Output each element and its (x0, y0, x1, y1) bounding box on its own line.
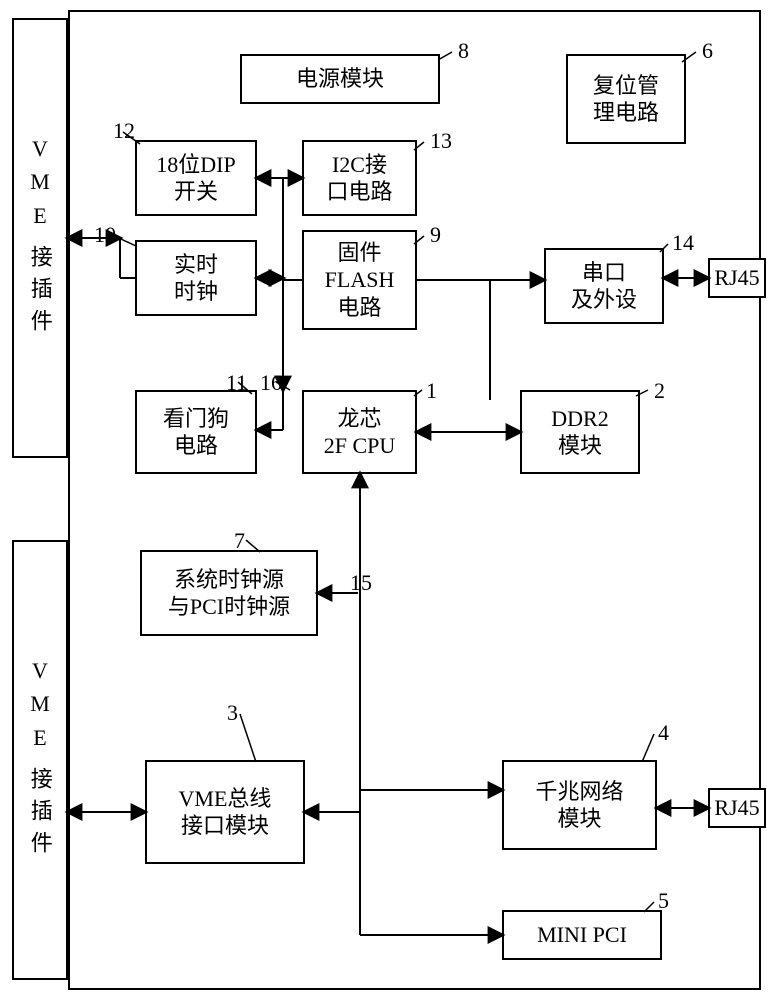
vme-bot-e: E (33, 724, 46, 752)
diagram-canvas: V M E 接插件 V M E 接插件 RJ45 RJ45 电源模块 8 复位管… (0, 0, 774, 1000)
label-5: 5 (658, 888, 669, 914)
label-1: 1 (426, 378, 437, 404)
vme-top-v: V (32, 135, 48, 163)
loongson-cpu: 龙芯 2F CPU (302, 390, 417, 474)
gigabit-network: 千兆网络 模块 (502, 760, 657, 850)
label-6: 6 (702, 38, 713, 64)
dip-switch: 18位DIP 开关 (135, 140, 257, 216)
label-14: 14 (672, 230, 694, 256)
label-7: 7 (234, 528, 245, 554)
clock-sources: 系统时钟源 与PCI时钟源 (140, 550, 318, 636)
vme-bus-interface: VME总线 接口模块 (145, 760, 305, 864)
vme-bot-label: 接插件 (26, 767, 54, 863)
rj45-bottom: RJ45 (708, 788, 766, 828)
label-4: 4 (658, 720, 669, 746)
watchdog: 看门狗 电路 (135, 390, 257, 474)
label-8: 8 (458, 38, 469, 64)
vme-bot-m: M (30, 690, 50, 718)
serial-peripherals: 串口 及外设 (544, 248, 664, 324)
label-12: 12 (113, 118, 135, 144)
power-module: 电源模块 (240, 54, 440, 104)
label-10: 10 (94, 222, 116, 248)
vme-connector-top: V M E 接插件 (12, 18, 68, 458)
rj45-top: RJ45 (708, 258, 766, 298)
label-2: 2 (654, 378, 665, 404)
vme-top-m: M (30, 168, 50, 196)
vme-top-label: 接插件 (26, 245, 54, 341)
label-15: 15 (350, 570, 372, 596)
rtc: 实时 时钟 (135, 240, 257, 316)
mini-pci: MINI PCI (502, 910, 662, 960)
i2c-interface: I2C接 口电路 (302, 140, 417, 216)
vme-bot-v: V (32, 657, 48, 685)
firmware-flash: 固件 FLASH 电路 (302, 230, 417, 330)
vme-top-e: E (33, 202, 46, 230)
label-3: 3 (227, 700, 238, 726)
label-11: 11 (226, 370, 247, 396)
label-13: 13 (430, 128, 452, 154)
label-16: 16 (260, 370, 282, 396)
ddr2-module: DDR2 模块 (520, 390, 640, 474)
label-9: 9 (430, 222, 441, 248)
reset-mgmt: 复位管 理电路 (566, 54, 686, 144)
vme-connector-bottom: V M E 接插件 (12, 540, 68, 980)
